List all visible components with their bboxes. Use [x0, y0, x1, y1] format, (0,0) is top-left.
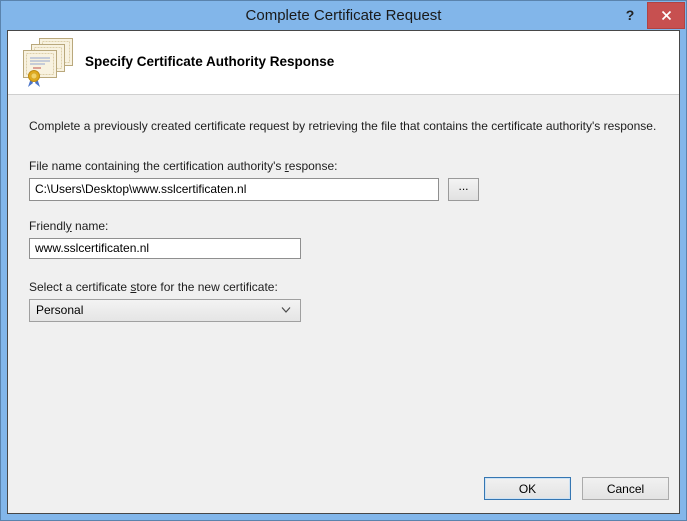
dialog-body: Complete a previously created certificat… [8, 96, 679, 513]
titlebar[interactable]: Complete Certificate Request ? [1, 1, 686, 30]
footer-buttons: OK Cancel [484, 477, 669, 500]
chevron-down-icon [281, 307, 291, 314]
window-title: Complete Certificate Request [245, 7, 442, 24]
page-title: Specify Certificate Authority Response [85, 54, 335, 69]
friendly-name-input[interactable] [29, 237, 301, 259]
certificates-icon [23, 38, 73, 87]
help-button[interactable]: ? [618, 2, 642, 29]
file-name-row: ... [29, 177, 658, 201]
file-name-input[interactable] [29, 177, 439, 201]
close-button[interactable] [647, 2, 685, 29]
description-text: Complete a previously created certificat… [29, 119, 657, 133]
selected-store-value: Personal [36, 303, 84, 318]
browse-button[interactable]: ... [448, 177, 479, 201]
certificate-store-select[interactable]: Personal [29, 298, 301, 322]
certificate-store-label: Select a certificate store for the new c… [29, 279, 278, 294]
friendly-name-label: Friendly name: [29, 218, 109, 233]
dialog-client: Specify Certificate Authority Response C… [7, 30, 680, 514]
dialog-window: Complete Certificate Request ? Specify C… [0, 0, 687, 521]
ok-button[interactable]: OK [484, 477, 571, 500]
wizard-header: Specify Certificate Authority Response [8, 31, 679, 95]
cancel-button[interactable]: Cancel [582, 477, 669, 500]
close-icon [661, 10, 671, 21]
file-name-label: File name containing the certification a… [29, 158, 338, 173]
